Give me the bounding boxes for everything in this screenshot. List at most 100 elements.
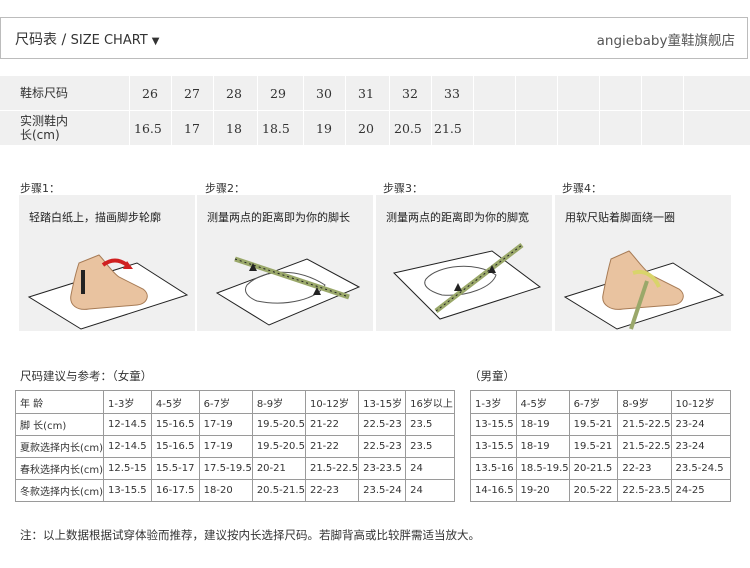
- table-cell: 18.5-19.5: [515, 457, 570, 480]
- table-cell: 13-15.5: [470, 435, 517, 458]
- table-cell: 22-23: [304, 479, 360, 502]
- step-3-caption: 测量两点的距离即为你的脚宽: [386, 211, 529, 224]
- length-cell: 17: [172, 111, 214, 145]
- table-cell: 22.5-23.5: [617, 479, 672, 502]
- length-cell: 21.5: [432, 111, 474, 145]
- table-cell: 15-16.5: [150, 435, 200, 458]
- length-cell: 18: [214, 111, 258, 145]
- step-2-caption: 测量两点的距离即为你的脚长: [207, 211, 350, 224]
- table-cell: 12.5-15: [103, 457, 152, 480]
- table-cell: 18-19: [515, 435, 570, 458]
- table-cell: 20-21: [251, 457, 306, 480]
- table-row: 年 龄 1-3岁 4-5岁 6-7岁 8-9岁 10-12岁 13-15岁 16岁以上: [14, 390, 455, 414]
- table-cell: 17-19: [198, 413, 253, 436]
- size-table: 鞋标尺码 26 27 28 29 30 31 32 33 实测鞋内 长(cm) …: [0, 76, 750, 145]
- table-cell: 22.5-23: [358, 435, 407, 458]
- table-cell: 年 龄: [14, 390, 105, 414]
- table-cell: 19.5-21: [568, 413, 619, 436]
- table-cell: 23.5: [405, 413, 455, 436]
- table-row: 冬款选择内长(cm) 13-15.5 16-17.5 18-20 20.5-21.5 22…: [14, 479, 455, 502]
- size-table-row-inner-length: 实测鞋内 长(cm) 16.5 17 18 18.5 19 20 20.5 21…: [0, 111, 750, 145]
- size-cell: 28: [214, 76, 258, 110]
- table-cell: 6-7岁: [198, 390, 253, 414]
- table-cell: 24: [405, 457, 455, 480]
- table-cell: 17-19: [198, 435, 253, 458]
- step-2-label: 步骤2：: [205, 182, 245, 195]
- table-row: 14-16.5 19-20 20.5-22 22.5-23.5 24-25: [470, 479, 732, 502]
- boys-size-table: 1-3岁 4-5岁 6-7岁 8-9岁 10-12岁 13-15.5 18-19 19.5-…: [470, 390, 732, 502]
- step-4-label: 步骤4：: [562, 182, 602, 195]
- girls-size-table: 年 龄 1-3岁 4-5岁 6-7岁 8-9岁 10-12岁 13-15岁 16岁以上 脚 长…: [14, 390, 455, 502]
- length-cell: 16.5: [130, 111, 172, 145]
- table-cell: 18-19: [515, 413, 570, 436]
- table-cell: 19.5-20.5: [251, 413, 306, 436]
- size-table-row-label-size: 鞋标尺码 26 27 28 29 30 31 32 33: [0, 76, 750, 110]
- size-cell: 27: [172, 76, 214, 110]
- table-cell: 21.5-22.5: [617, 435, 672, 458]
- table-cell: 24: [405, 479, 455, 502]
- foot-outline-icon: [27, 254, 189, 330]
- step-1-label: 步骤1：: [20, 182, 60, 195]
- table-cell: 13-15.5: [470, 413, 517, 436]
- table-cell: 12-14.5: [103, 413, 152, 436]
- length-cell: 18.5: [258, 111, 304, 145]
- table-cell: 春秋选择内长(cm): [14, 457, 105, 480]
- table-cell: 脚 长(cm): [14, 413, 105, 436]
- length-cell: 20: [346, 111, 390, 145]
- step-3-label: 步骤3：: [383, 182, 423, 195]
- size-cell: 32: [390, 76, 432, 110]
- length-cell: 19: [304, 111, 346, 145]
- step-4-caption: 用软尺贴着脚面绕一圈: [565, 211, 675, 224]
- table-cell: 10-12岁: [670, 390, 732, 414]
- step-1-caption: 轻踏白纸上，描画脚步轮廓: [29, 211, 161, 224]
- dropdown-arrow-icon[interactable]: ▼: [152, 36, 160, 47]
- table-cell: 16-17.5: [150, 479, 200, 502]
- step-4-panel: 用软尺贴着脚面绕一圈: [555, 195, 731, 331]
- step-1-panel: 轻踏白纸上，描画脚步轮廓: [19, 195, 195, 331]
- table-row: 春秋选择内长(cm) 12.5-15 15.5-17 17.5-19.5 20-21 21…: [14, 457, 455, 480]
- title-en: SIZE CHART: [70, 33, 148, 48]
- table-cell: 20.5-22: [568, 479, 619, 502]
- table-cell: 21.5-22.5: [617, 413, 672, 436]
- table-cell: 21-22: [304, 413, 360, 436]
- table-cell: 13-15.5: [103, 479, 152, 502]
- table-cell: 17.5-19.5: [198, 457, 253, 480]
- footnote: 注：以上数据根据试穿体验而推荐，建议按内长选择尺码。若脚背高或比较胖需适当放大。: [20, 528, 480, 542]
- title-cn: 尺码表: [15, 32, 57, 48]
- table-cell: 23-24: [670, 413, 732, 436]
- table-cell: 21-22: [304, 435, 360, 458]
- row-label: 实测鞋内 长(cm): [0, 111, 130, 145]
- header-bar: 尺码表 / SIZE CHART ▼ angiebaby童鞋旗舰店: [0, 17, 748, 59]
- title-separator: /: [57, 32, 71, 48]
- table-cell: 15-16.5: [150, 413, 200, 436]
- table-cell: 13-15岁: [358, 390, 407, 414]
- size-chart-title[interactable]: 尺码表 / SIZE CHART ▼: [15, 29, 159, 49]
- table-cell: 1-3岁: [470, 390, 517, 414]
- size-cell: 33: [432, 76, 474, 110]
- table-cell: 24-25: [670, 479, 732, 502]
- table-row: 脚 长(cm) 12-14.5 15-16.5 17-19 19.5-20.5 21-22…: [14, 413, 455, 436]
- table-cell: 20-21.5: [568, 457, 619, 480]
- table-cell: 19-20: [515, 479, 570, 502]
- table-cell: 15.5-17: [150, 457, 200, 480]
- table-cell: 23.5-24.5: [670, 457, 732, 480]
- table-cell: 20.5-21.5: [251, 479, 306, 502]
- size-cell: 31: [346, 76, 390, 110]
- table-cell: 21.5-22.5: [304, 457, 360, 480]
- table-cell: 22-23: [617, 457, 672, 480]
- table-cell: 23.5: [405, 435, 455, 458]
- table-row: 夏款选择内长(cm) 12-14.5 15-16.5 17-19 19.5-20.5 21…: [14, 435, 455, 458]
- table-cell: 4-5岁: [150, 390, 200, 414]
- row-label-line2: 长(cm): [20, 128, 60, 142]
- table-cell: 8-9岁: [617, 390, 672, 414]
- table-cell: 13.5-16: [470, 457, 517, 480]
- table-row: 1-3岁 4-5岁 6-7岁 8-9岁 10-12岁: [470, 390, 732, 414]
- table-cell: 冬款选择内长(cm): [14, 479, 105, 502]
- table-cell: 14-16.5: [470, 479, 517, 502]
- table-row: 13-15.5 18-19 19.5-21 21.5-22.5 23-24: [470, 413, 732, 436]
- table-cell: 10-12岁: [304, 390, 360, 414]
- table-cell: 8-9岁: [251, 390, 306, 414]
- table-cell: 18-20: [198, 479, 253, 502]
- row-label: 鞋标尺码: [0, 76, 130, 110]
- table-cell: 夏款选择内长(cm): [14, 435, 105, 458]
